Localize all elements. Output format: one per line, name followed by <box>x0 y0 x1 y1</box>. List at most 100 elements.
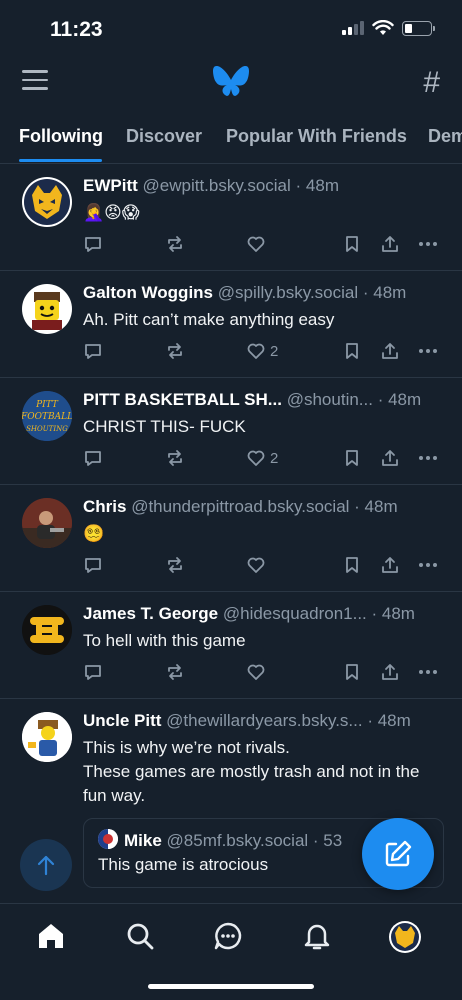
ellipsis-icon <box>419 670 437 674</box>
search-icon <box>127 923 154 950</box>
post-actions <box>83 555 440 579</box>
heart-icon <box>247 236 265 252</box>
author-handle[interactable]: @thunderpittroad.bsky.social <box>131 497 349 516</box>
repost-button[interactable] <box>165 341 185 361</box>
menu-icon[interactable] <box>22 70 48 92</box>
butterfly-icon[interactable] <box>212 64 250 98</box>
reply-button[interactable] <box>83 555 103 575</box>
more-options-button[interactable] <box>417 341 439 361</box>
quote-avatar[interactable] <box>98 829 118 849</box>
like-button[interactable] <box>246 662 270 682</box>
repost-button[interactable] <box>165 662 185 682</box>
avatar[interactable] <box>22 605 72 655</box>
author-handle[interactable]: @spilly.bsky.social <box>218 283 358 302</box>
svg-text:FOOTBALL: FOOTBALL <box>22 412 72 422</box>
tab-dem[interactable]: Dem <box>428 126 462 147</box>
share-button[interactable] <box>380 555 400 575</box>
tab-following[interactable]: Following <box>19 126 103 147</box>
post[interactable]: James T. George @hidesquadron1... · 48m … <box>0 592 462 699</box>
avatar[interactable] <box>22 498 72 548</box>
post[interactable]: PITT FOOTBALL SHOUTING PITT BASKETBALL S… <box>0 378 462 485</box>
share-button[interactable] <box>380 662 400 682</box>
share-icon <box>382 343 398 359</box>
more-options-button[interactable] <box>417 234 439 254</box>
post[interactable]: Chris @thunderpittroad.bsky.social · 48m… <box>0 485 462 592</box>
author-name[interactable]: James T. George <box>83 604 218 623</box>
repost-button[interactable] <box>165 555 185 575</box>
post-time: · 48m <box>354 497 398 516</box>
avatar[interactable] <box>22 284 72 334</box>
repost-button[interactable] <box>165 234 185 254</box>
bookmark-icon <box>346 450 358 466</box>
ellipsis-icon <box>419 456 437 460</box>
nav-home[interactable] <box>36 921 66 956</box>
more-options-button[interactable] <box>417 555 439 575</box>
reply-button[interactable] <box>83 341 103 361</box>
avatar[interactable]: PITT FOOTBALL SHOUTING <box>22 391 72 441</box>
avatar[interactable] <box>22 177 72 227</box>
bookmark-icon <box>346 557 358 573</box>
post-actions: 2 <box>83 341 440 365</box>
reply-button[interactable] <box>83 662 103 682</box>
author-handle[interactable]: @ewpitt.bsky.social <box>143 176 291 195</box>
post[interactable]: EWPitt @ewpitt.bsky.social · 48m 🤦‍♀️😡😱 <box>0 164 462 271</box>
quote-author-name[interactable]: Mike <box>124 831 162 850</box>
bookmark-button[interactable] <box>342 341 362 361</box>
avatar[interactable] <box>22 712 72 762</box>
ellipsis-icon <box>419 349 437 353</box>
post-text: Ah. Pitt can’t make anything easy <box>83 310 335 329</box>
reply-button[interactable] <box>83 234 103 254</box>
post-text: 🤦‍♀️😡😱 <box>83 203 140 222</box>
like-button[interactable]: 2 <box>246 341 278 361</box>
reply-button[interactable] <box>83 448 103 468</box>
hash-icon[interactable]: # <box>423 66 440 100</box>
bookmark-button[interactable] <box>342 234 362 254</box>
reply-icon <box>85 665 101 680</box>
compose-button[interactable] <box>362 818 434 890</box>
post-time: · 48m <box>367 711 411 730</box>
tab-discover[interactable]: Discover <box>126 126 202 147</box>
repost-button[interactable] <box>165 448 185 468</box>
author-handle[interactable]: @shoutin... <box>287 390 373 409</box>
status-bar: 11:23 <box>0 0 462 60</box>
nav-profile[interactable] <box>389 921 421 958</box>
wifi-icon <box>372 20 394 35</box>
share-button[interactable] <box>380 234 400 254</box>
post-time: · 48m <box>362 283 407 302</box>
author-name[interactable]: PITT BASKETBALL SH... <box>83 390 282 409</box>
author-name[interactable]: Galton Woggins <box>83 283 213 302</box>
like-button[interactable] <box>246 234 270 254</box>
more-options-button[interactable] <box>417 662 439 682</box>
author-name[interactable]: Uncle Pitt <box>83 711 161 730</box>
tab-popular-with-friends[interactable]: Popular With Friends <box>226 126 407 147</box>
author-handle[interactable]: @thewillardyears.bsky.s... <box>166 711 362 730</box>
author-handle[interactable]: @hidesquadron1... <box>223 604 367 623</box>
share-button[interactable] <box>380 448 400 468</box>
nav-search[interactable] <box>125 921 155 956</box>
like-button[interactable]: 2 <box>246 448 278 468</box>
nav-notifications[interactable] <box>302 921 332 956</box>
compose-icon <box>385 840 412 867</box>
bookmark-button[interactable] <box>342 448 362 468</box>
share-button[interactable] <box>380 341 400 361</box>
author-name[interactable]: EWPitt <box>83 176 138 195</box>
more-options-button[interactable] <box>417 448 439 468</box>
post-time: · 48m <box>295 176 339 195</box>
post-body: PITT BASKETBALL SH... @shoutin... · 48m … <box>83 390 446 439</box>
post-time: · 48m <box>377 390 422 409</box>
quote-author-handle[interactable]: @85mf.bsky.social <box>167 831 309 850</box>
post-text-line: This is why we’re not rivals. <box>83 738 290 757</box>
bookmark-button[interactable] <box>342 555 362 575</box>
bookmark-icon <box>346 664 358 680</box>
repost-icon <box>168 343 182 359</box>
nav-chat[interactable] <box>213 921 243 956</box>
scroll-to-top-button[interactable] <box>20 839 72 891</box>
heart-icon <box>247 450 265 466</box>
author-name[interactable]: Chris <box>83 497 126 516</box>
bookmark-icon <box>346 236 358 252</box>
post[interactable]: Galton Woggins @spilly.bsky.social · 48m… <box>0 271 462 378</box>
top-bar: # <box>0 60 462 106</box>
like-button[interactable] <box>246 555 270 575</box>
bookmark-button[interactable] <box>342 662 362 682</box>
repost-icon <box>168 664 182 680</box>
